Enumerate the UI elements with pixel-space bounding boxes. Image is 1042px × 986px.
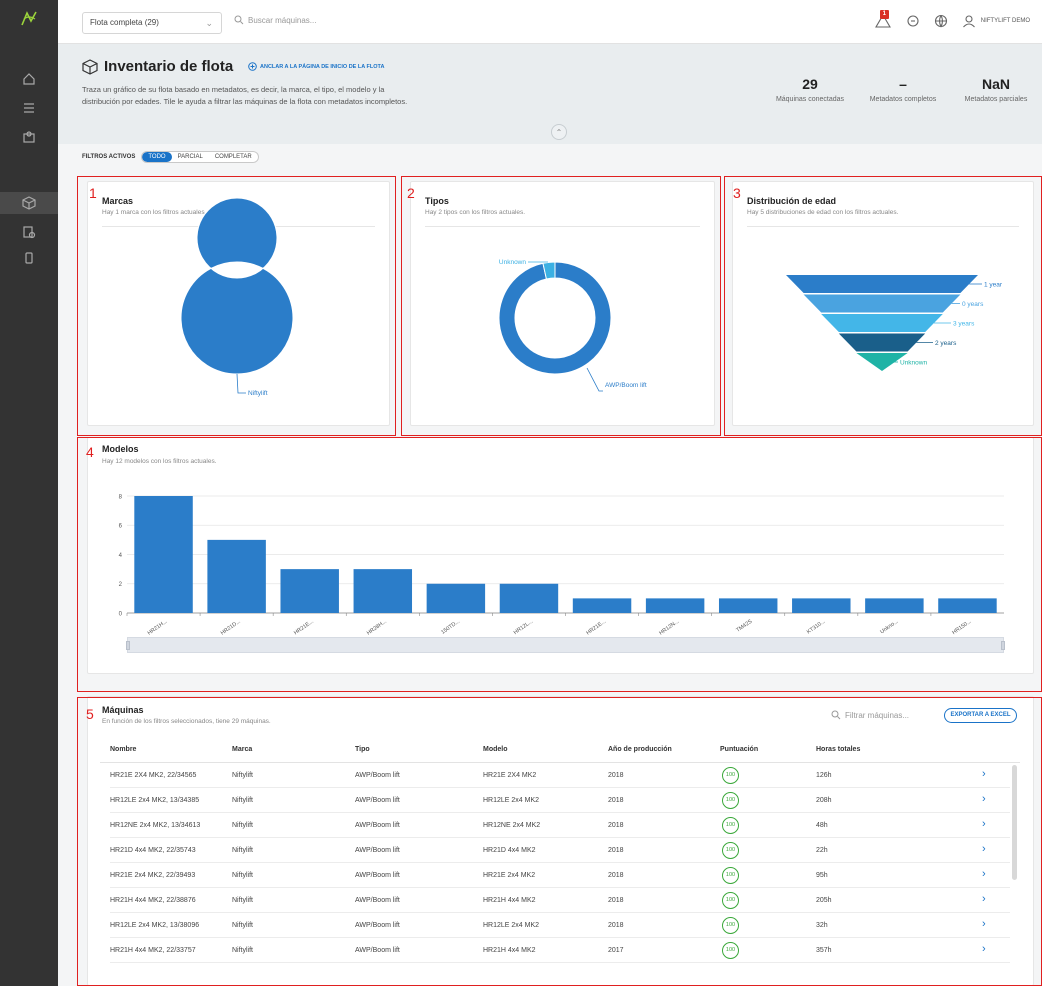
annotation-box-2 <box>401 176 721 436</box>
fleet-select-value: Flota completa (29) <box>90 18 159 27</box>
nav-list-icon[interactable] <box>0 97 58 119</box>
app-logo-icon[interactable] <box>19 9 39 29</box>
active-filters: FILTROS ACTIVOS TODO PARCIAL COMPLETAR <box>82 151 259 163</box>
chat-icon[interactable] <box>906 14 920 28</box>
stat-label: Metadatos parciales <box>964 96 1028 103</box>
annotation-box-1 <box>77 176 396 436</box>
pin-label: ANCLAR A LA PÁGINA DE INICIO DE LA FLOTA <box>260 63 385 70</box>
filter-partial[interactable]: PARCIAL <box>172 152 209 162</box>
annotation-number-5: 5 <box>86 706 94 722</box>
inventory-icon <box>82 58 98 75</box>
stat-label: Metadatos completos <box>869 96 937 103</box>
alerts-button[interactable]: 1 <box>874 10 892 29</box>
pin-to-home-link[interactable]: ANCLAR A LA PÁGINA DE INICIO DE LA FLOTA <box>248 62 384 71</box>
annotation-box-5 <box>77 697 1042 986</box>
plus-circle-icon <box>248 62 257 71</box>
annotation-number-4: 4 <box>86 444 94 460</box>
stat-value: – <box>899 76 907 92</box>
stat-partial: NaN Metadatos parciales <box>952 76 1040 103</box>
nav-home-icon[interactable] <box>0 68 58 90</box>
chevron-down-icon: ⌄ <box>205 18 213 28</box>
fleet-select[interactable]: Flota completa (29) ⌄ <box>82 12 222 34</box>
page-description: Traza un gráfico de su flota basado en m… <box>82 85 408 106</box>
stat-value: NaN <box>981 76 1010 92</box>
sidebar <box>0 0 58 986</box>
annotation-box-4 <box>77 437 1042 692</box>
alert-count-badge: 1 <box>879 10 889 19</box>
page-header: Inventario de flota ANCLAR A LA PÁGINA D… <box>58 44 1042 144</box>
nav-inventory-icon[interactable] <box>0 192 58 214</box>
search-placeholder: Buscar máquinas... <box>248 15 317 25</box>
stat-value: 29 <box>802 76 818 92</box>
chevron-up-icon: ⌃ <box>555 127 563 137</box>
filters-label: FILTROS ACTIVOS <box>82 154 136 160</box>
machine-search[interactable]: Buscar máquinas... <box>234 15 316 25</box>
annotation-number-3: 3 <box>733 185 741 201</box>
stat-connected: 29 Máquinas conectadas <box>765 76 855 103</box>
filter-complete[interactable]: COMPLETAR <box>209 152 258 162</box>
filter-segment: TODO PARCIAL COMPLETAR <box>141 151 259 163</box>
user-name: NIFTYLIFT DEMO <box>980 18 1030 24</box>
filter-all[interactable]: TODO <box>142 152 172 162</box>
top-bar: Flota completa (29) ⌄ Buscar máquinas...… <box>58 0 1042 44</box>
nav-map-icon[interactable] <box>0 126 58 148</box>
stat-complete: – Metadatos completos <box>858 76 948 103</box>
user-icon <box>962 15 975 28</box>
search-icon <box>234 15 244 25</box>
collapse-header-button[interactable]: ⌃ <box>551 124 567 140</box>
page-title: Inventario de flota <box>104 58 234 75</box>
stat-label: Máquinas conectadas <box>775 96 845 103</box>
nav-device-icon[interactable] <box>0 247 58 269</box>
globe-icon[interactable] <box>934 14 948 28</box>
annotation-number-2: 2 <box>407 185 415 201</box>
annotation-number-1: 1 <box>89 185 97 201</box>
annotation-box-3 <box>724 176 1042 436</box>
nav-reports-icon[interactable] <box>0 221 58 243</box>
user-menu[interactable]: NIFTYLIFT DEMO <box>962 14 1030 28</box>
